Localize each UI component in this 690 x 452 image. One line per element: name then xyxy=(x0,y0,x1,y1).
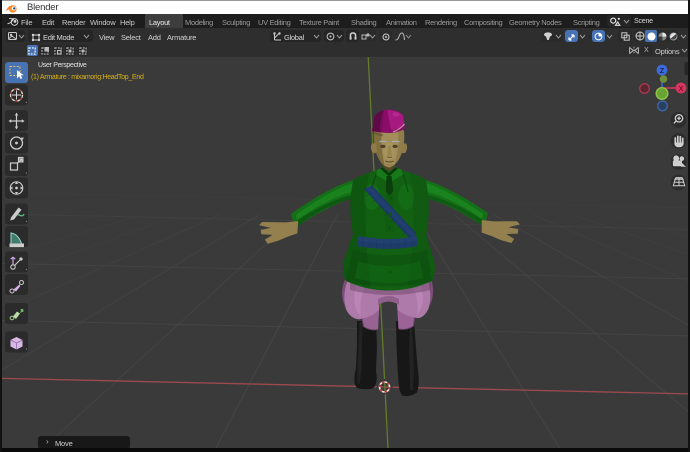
svg-text:Z: Z xyxy=(660,68,665,75)
svg-text:X: X xyxy=(679,86,684,93)
